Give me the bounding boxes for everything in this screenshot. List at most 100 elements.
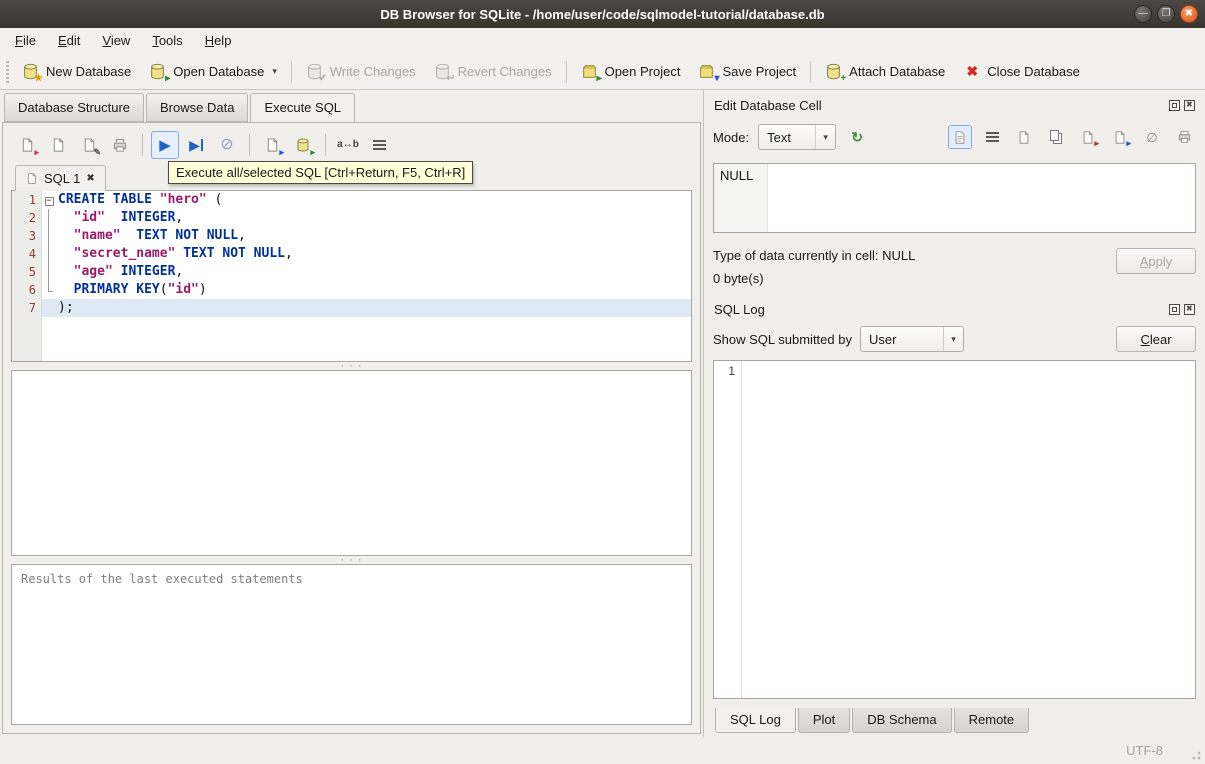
results-message[interactable]: Results of the last executed statements	[11, 564, 692, 725]
save-project-button[interactable]: ▾ Save Project	[689, 58, 805, 86]
dock-tab-remote[interactable]: Remote	[953, 708, 1030, 733]
close-database-button[interactable]: ✖ Close Database	[954, 58, 1089, 86]
line-number: 1	[12, 191, 42, 209]
apply-button: Apply	[1116, 248, 1196, 274]
log-filter-value: User	[868, 331, 897, 347]
sql-log-header: SQL Log	[713, 302, 1196, 317]
cell-editor[interactable]: NULL	[713, 163, 1196, 233]
open-project-button[interactable]: ▸ Open Project	[572, 58, 690, 86]
toolbar-separator	[325, 134, 326, 156]
cell-type-info: Type of data currently in cell: NULL	[713, 248, 916, 263]
editor-line[interactable]: 7);	[12, 299, 691, 317]
cell-value: NULL	[720, 168, 754, 183]
sql-log-list[interactable]: 1	[713, 360, 1196, 699]
toolbar-button-label: Close Database	[987, 64, 1080, 79]
menu-help[interactable]: Help	[194, 28, 243, 54]
auto-switch-mode-icon[interactable]: ↻	[845, 125, 869, 149]
splitter-handle[interactable]	[11, 556, 692, 564]
mode-value: Text	[767, 129, 791, 145]
main-area: Database Structure Browse Data Execute S…	[0, 90, 1205, 737]
save-results-icon[interactable]: ▸	[289, 131, 317, 159]
execute-sql-page: ▸ ✎ ▶ ▶ ⊘ ▸ ▸ a↔b SQL 1 ✖ 1 − CREATE TAB…	[2, 122, 701, 734]
mode-select[interactable]: Text ▾	[758, 124, 837, 150]
tab-label: SQL Log	[730, 712, 781, 727]
editor-empty-area[interactable]	[12, 317, 691, 361]
log-filter-select[interactable]: User ▾	[859, 326, 964, 352]
code-text: "name" TEXT NOT NULL,	[73, 228, 246, 243]
open-in-external-icon[interactable]	[1012, 125, 1036, 149]
toolbar-handle[interactable]	[6, 60, 9, 83]
attach-database-icon: +	[825, 63, 846, 83]
save-sql-file-as-icon[interactable]: ✎	[75, 131, 103, 159]
print-icon[interactable]	[1172, 125, 1196, 149]
attach-database-button[interactable]: + Attach Database	[816, 58, 954, 86]
copy-icon[interactable]	[1044, 125, 1068, 149]
set-null-icon[interactable]: ∅	[1140, 125, 1164, 149]
titlebar[interactable]: DB Browser for SQLite - /home/user/code/…	[0, 0, 1205, 28]
execute-all-icon[interactable]: ▶	[151, 131, 179, 159]
editor-line[interactable]: 6 PRIMARY KEY("id")	[12, 281, 691, 299]
export-icon[interactable]: ▸	[1108, 125, 1132, 149]
line-number: 2	[12, 209, 42, 227]
open-sql-file-icon[interactable]: ▸	[13, 131, 41, 159]
fold-marker-icon[interactable]: −	[42, 191, 56, 209]
tab-browse-data[interactable]: Browse Data	[146, 93, 249, 122]
edit-cell-toolbar: Mode: Text ▾ ↻ ▸ ▸ ∅	[713, 124, 1196, 150]
menubar: File Edit View Tools Help	[0, 28, 1205, 54]
execute-current-line-icon[interactable]: ▶	[182, 131, 210, 159]
dock-tab-db-schema[interactable]: DB Schema	[852, 708, 952, 733]
editor-line[interactable]: 1− CREATE TABLE "hero" (	[12, 191, 691, 209]
close-database-icon: ✖	[966, 63, 979, 79]
find-replace-icon[interactable]: a↔b	[334, 131, 362, 159]
tab-execute-sql[interactable]: Execute SQL	[250, 93, 356, 123]
close-tab-icon[interactable]: ✖	[86, 173, 94, 184]
tab-database-structure[interactable]: Database Structure	[4, 93, 145, 122]
splitter-handle[interactable]	[11, 362, 692, 370]
line-number: 4	[12, 245, 42, 263]
word-wrap-icon[interactable]	[980, 125, 1004, 149]
save-sql-file-icon[interactable]	[44, 131, 72, 159]
maximize-icon[interactable]: ❐	[1157, 5, 1175, 23]
menu-tools[interactable]: Tools	[141, 28, 193, 54]
window-buttons: — ❐ ✖	[1134, 5, 1198, 23]
menu-edit[interactable]: Edit	[47, 28, 91, 54]
editor-line[interactable]: 3 "name" TEXT NOT NULL,	[12, 227, 691, 245]
sql-tab-1[interactable]: SQL 1 ✖	[15, 165, 106, 191]
open-database-button[interactable]: ▸ Open Database ▾	[140, 58, 286, 86]
menu-file[interactable]: File	[4, 28, 47, 54]
print-icon[interactable]	[106, 131, 134, 159]
chevron-down-icon[interactable]: ▾	[272, 66, 277, 77]
cell-editor-icons: ▸ ▸ ∅	[948, 125, 1196, 149]
clear-log-button[interactable]: Clear	[1116, 326, 1196, 352]
clear-button-label: Clear	[1140, 331, 1172, 347]
resize-grip[interactable]	[1191, 750, 1201, 760]
minimize-icon[interactable]: —	[1134, 5, 1152, 23]
tab-label: Database Structure	[18, 100, 131, 115]
sql-editor[interactable]: 1− CREATE TABLE "hero" (2 "id" INTEGER, 3 …	[11, 190, 692, 362]
tab-label: Remote	[968, 712, 1015, 727]
editor-line[interactable]: 4 "secret_name" TEXT NOT NULL,	[12, 245, 691, 263]
float-panel-icon[interactable]	[1169, 304, 1180, 315]
word-wrap-icon[interactable]	[365, 131, 393, 159]
editor-line[interactable]: 5 "age" INTEGER,	[12, 263, 691, 281]
results-grid[interactable]	[11, 370, 692, 556]
code-text: "secret_name" TEXT NOT NULL,	[73, 246, 293, 261]
import-icon[interactable]: ▸	[1076, 125, 1100, 149]
close-panel-icon[interactable]	[1184, 100, 1195, 111]
dock-tab-sql-log[interactable]: SQL Log	[715, 708, 796, 733]
export-results-icon[interactable]: ▸	[258, 131, 286, 159]
sql-log-controls: Show SQL submitted by User ▾ Clear	[713, 326, 1196, 352]
toolbar-button-label: Save Project	[722, 64, 797, 79]
toolbar-separator	[142, 134, 143, 156]
close-panel-icon[interactable]	[1184, 304, 1195, 315]
toolbar-button-label: Write Changes	[329, 64, 416, 79]
new-database-icon: ★	[22, 63, 43, 83]
dock-tab-plot[interactable]: Plot	[797, 708, 851, 733]
close-icon[interactable]: ✖	[1180, 5, 1198, 23]
menu-view[interactable]: View	[91, 28, 141, 54]
new-database-button[interactable]: ★ New Database	[13, 58, 140, 86]
editor-line[interactable]: 2 "id" INTEGER,	[12, 209, 691, 227]
text-mode-icon[interactable]	[948, 125, 972, 149]
float-panel-icon[interactable]	[1169, 100, 1180, 111]
tab-label: DB Schema	[867, 712, 937, 727]
